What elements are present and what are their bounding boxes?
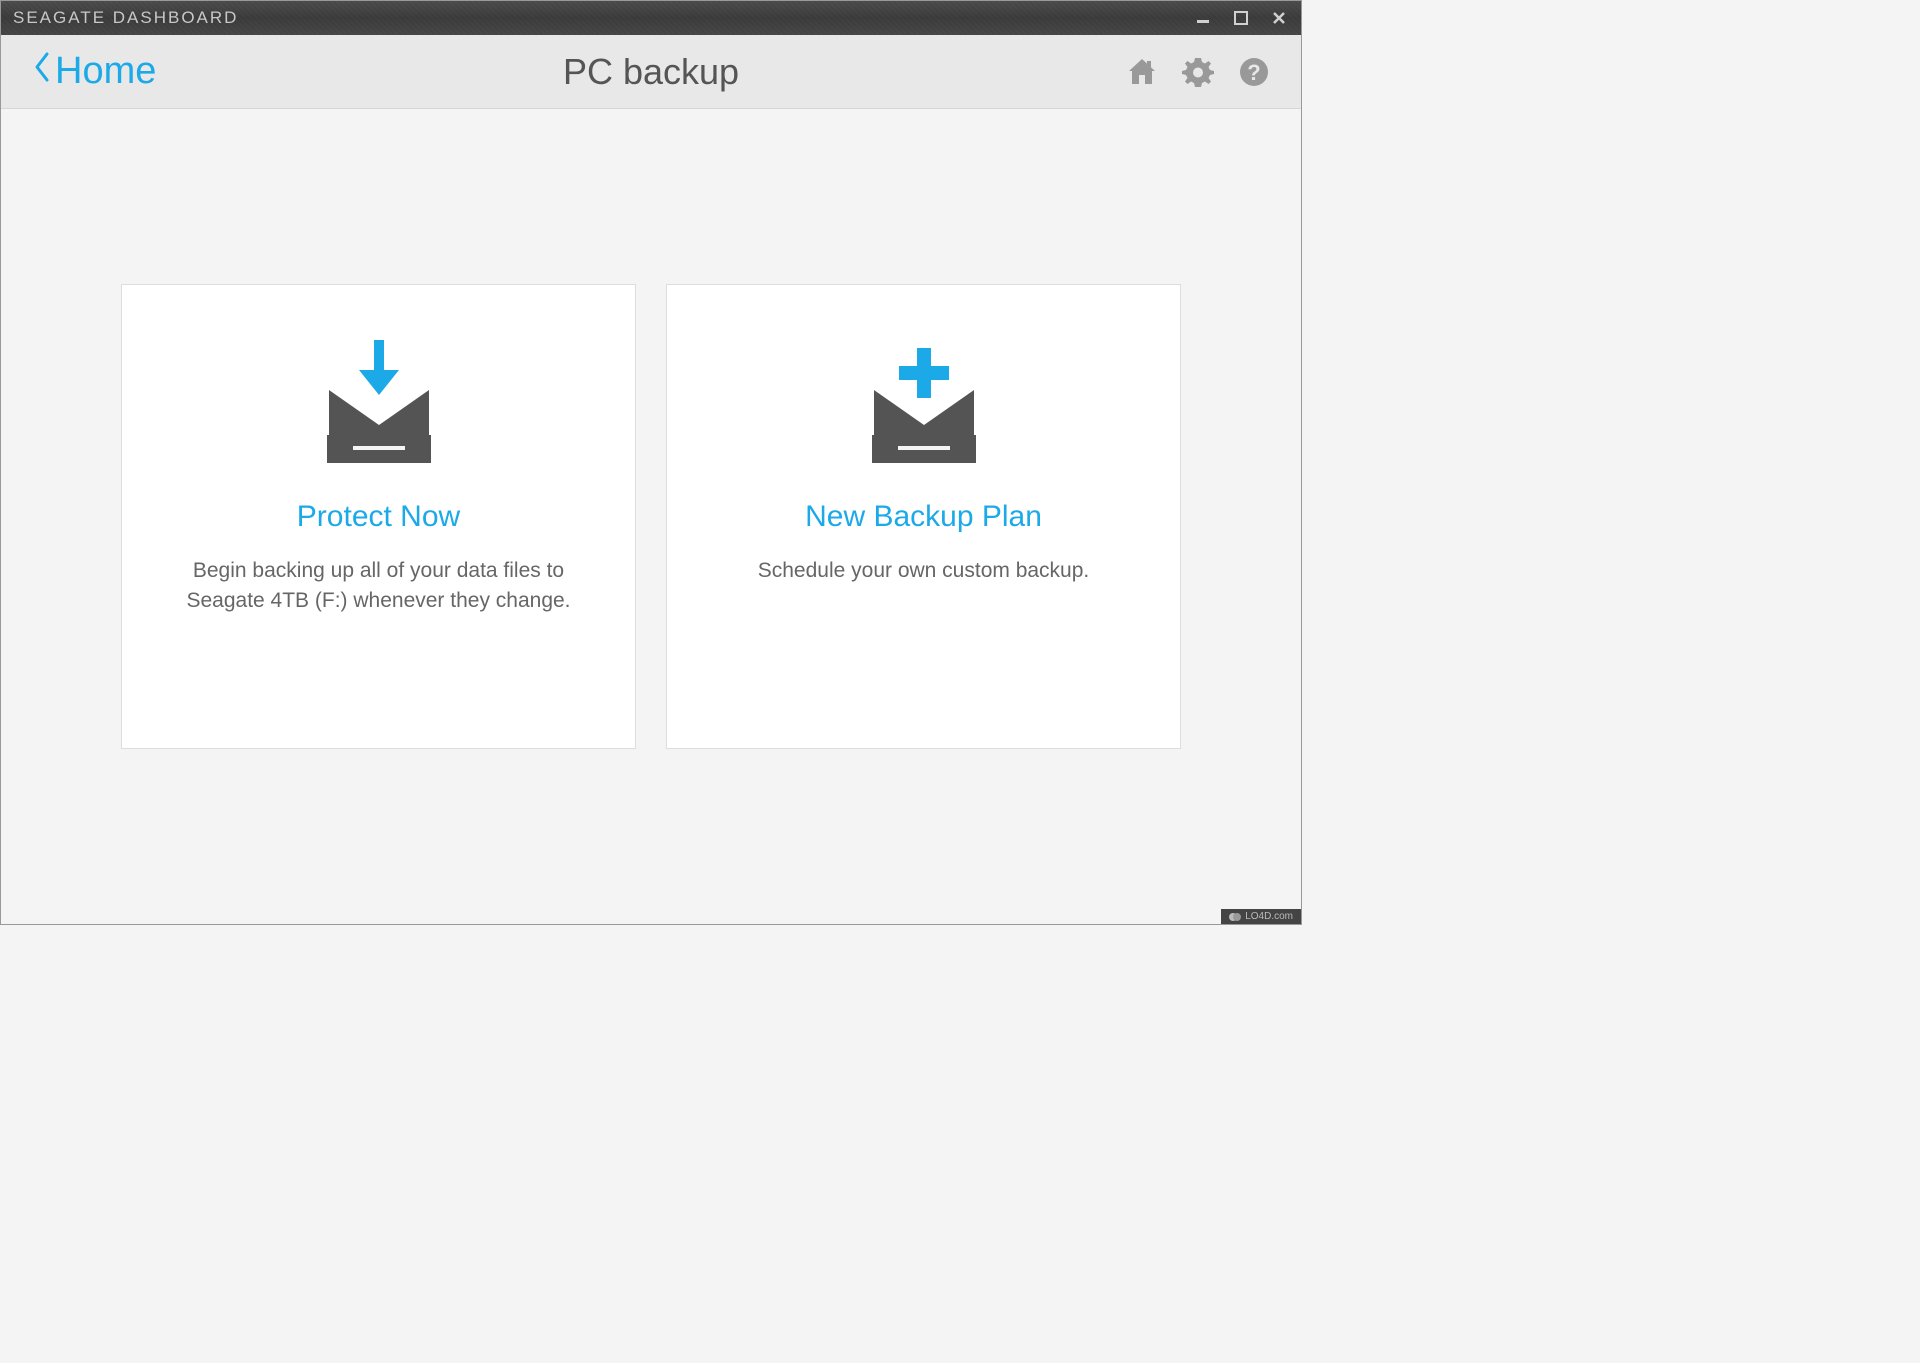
window-controls — [1193, 8, 1289, 28]
help-button[interactable]: ? — [1237, 55, 1271, 89]
new-backup-plan-title: New Backup Plan — [805, 500, 1042, 534]
settings-button[interactable] — [1181, 55, 1215, 89]
help-icon: ? — [1237, 55, 1271, 89]
home-button[interactable] — [1125, 55, 1159, 89]
new-backup-plan-icon — [854, 340, 994, 470]
back-home-label: Home — [55, 50, 156, 93]
main-content: Protect Now Begin backing up all of your… — [1, 109, 1301, 924]
protect-now-card[interactable]: Protect Now Begin backing up all of your… — [121, 284, 636, 749]
protect-now-description: Begin backing up all of your data files … — [122, 556, 635, 617]
svg-text:?: ? — [1247, 60, 1260, 85]
app-title: SEAGATE DASHBOARD — [13, 8, 1193, 28]
watermark-text: LO4D.com — [1245, 911, 1293, 922]
header-actions: ? — [1125, 55, 1271, 89]
maximize-button[interactable] — [1231, 8, 1251, 28]
chevron-left-icon — [31, 48, 53, 96]
watermark-icon — [1229, 912, 1241, 922]
home-icon — [1125, 55, 1159, 89]
header-bar: Home PC backup ? — [1, 35, 1301, 109]
new-backup-plan-description: Schedule your own custom backup. — [718, 556, 1130, 586]
protect-now-icon — [309, 340, 449, 470]
new-backup-plan-card[interactable]: New Backup Plan Schedule your own custom… — [666, 284, 1181, 749]
protect-now-title: Protect Now — [297, 500, 460, 534]
gear-icon — [1181, 55, 1215, 89]
watermark-badge: LO4D.com — [1221, 909, 1301, 924]
minimize-icon — [1196, 11, 1210, 25]
close-button[interactable] — [1269, 8, 1289, 28]
minimize-button[interactable] — [1193, 8, 1213, 28]
titlebar: SEAGATE DASHBOARD — [1, 1, 1301, 35]
maximize-icon — [1234, 11, 1248, 25]
page-title: PC backup — [563, 51, 739, 93]
back-home-link[interactable]: Home — [31, 48, 156, 96]
close-icon — [1272, 11, 1286, 25]
